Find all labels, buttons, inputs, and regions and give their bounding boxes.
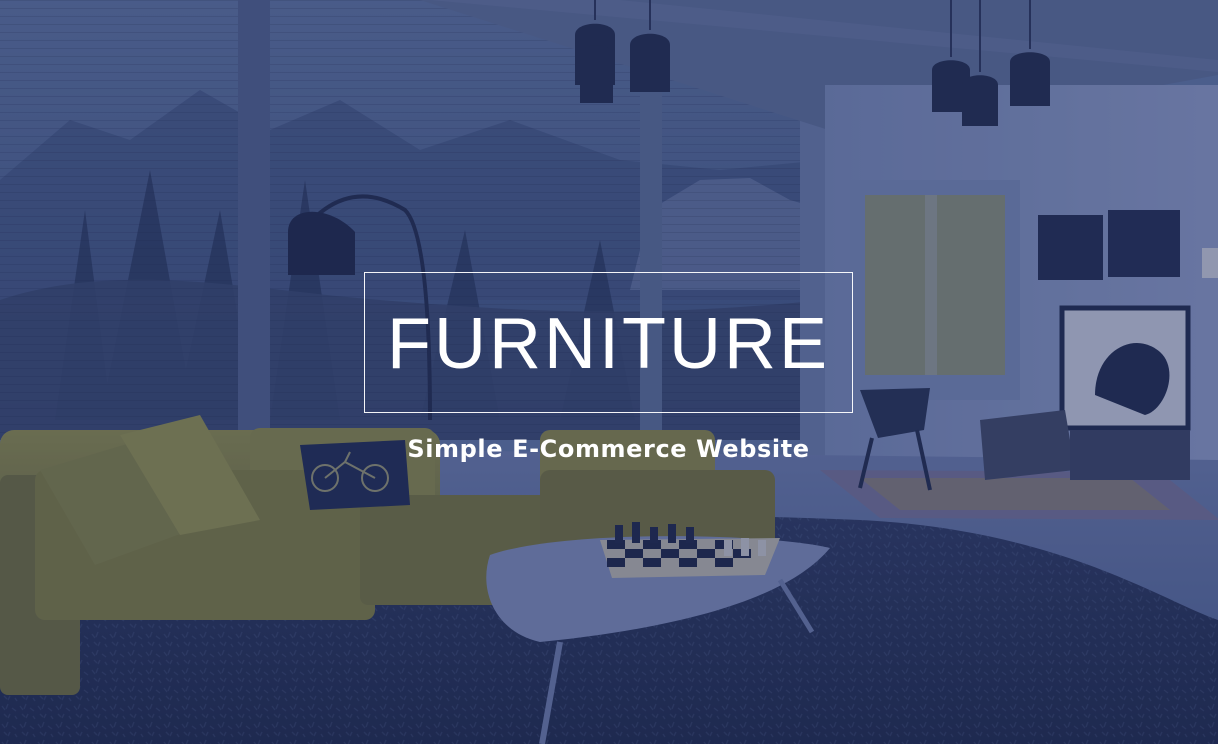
brand-title-frame: FURNITURE xyxy=(364,272,853,413)
brand-title: FURNITURE xyxy=(387,303,830,384)
hero-banner: FURNITURE Simple E-Commerce Website xyxy=(0,0,1218,744)
tagline: Simple E-Commerce Website xyxy=(407,435,810,463)
